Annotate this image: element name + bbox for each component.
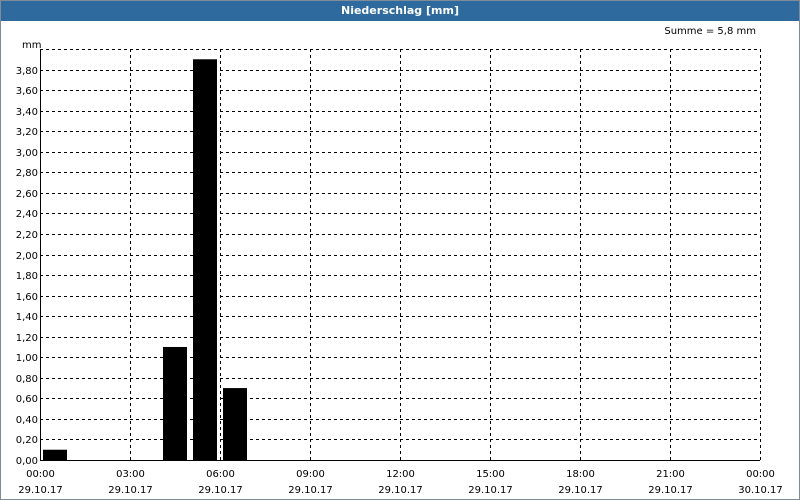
sum-annotation: Summe = 5,8 mm	[664, 26, 756, 37]
y-tick-label: 3,40	[16, 107, 38, 118]
precipitation-bar	[163, 346, 187, 460]
y-tick-label: 0,00	[16, 456, 38, 467]
y-tick-label: 3,80	[16, 66, 38, 77]
y-tick-label: 2,00	[16, 251, 38, 262]
x-tick-labels: 00:00 29.10.17 03:00 29.10.17 06:00 29.10.17 0…	[18, 469, 783, 496]
grid-lines	[40, 49, 761, 460]
precipitation-bar	[43, 449, 67, 460]
x-tick-time-label: 12:00	[386, 469, 415, 480]
x-tick-time-label: 03:00	[116, 469, 145, 480]
x-tick-date-label: 29.10.17	[18, 485, 63, 496]
y-tick-label: 2,60	[16, 189, 38, 200]
bars	[43, 59, 247, 461]
y-tick-labels: 0,00 0,20 0,40 0,60 0,80 1,00 1,20 1,40 1,60 1,80…	[16, 66, 38, 467]
y-tick-label: 2,20	[16, 230, 38, 241]
y-tick-label: 1,20	[16, 333, 38, 344]
x-tick-time-label: 21:00	[656, 469, 685, 480]
x-tick-time-label: 06:00	[206, 469, 235, 480]
y-tick-label: 1,40	[16, 312, 38, 323]
y-tick-label: 1,60	[16, 292, 38, 303]
y-axis-unit-label: mm	[22, 40, 41, 51]
x-tick-time-label: 18:00	[566, 469, 595, 480]
x-tick-time-label: 15:00	[476, 469, 505, 480]
x-tick-date-label: 29.10.17	[648, 485, 693, 496]
y-tick-label: 2,80	[16, 168, 38, 179]
x-tick-time-label: 09:00	[296, 469, 325, 480]
y-tick-label: 3,00	[16, 148, 38, 159]
x-tick-time-label: 00:00	[26, 469, 55, 480]
x-tick-date-label: 29.10.17	[558, 485, 603, 496]
x-tick-date-label: 29.10.17	[468, 485, 513, 496]
y-tick-label: 0,60	[16, 394, 38, 405]
precipitation-chart: 0,00 0,20 0,40 0,60 0,80 1,00 1,20 1,40 1,60 1,80…	[16, 26, 783, 496]
x-tick-date-label: 29.10.17	[378, 485, 423, 496]
y-tick-label: 2,40	[16, 209, 38, 220]
y-tick-label: 3,60	[16, 86, 38, 97]
precipitation-bar	[223, 388, 247, 460]
y-tick-label: 1,80	[16, 271, 38, 282]
x-tick-date-label: 29.10.17	[288, 485, 333, 496]
y-tick-label: 0,40	[16, 415, 38, 426]
x-tick-date-label: 29.10.17	[198, 485, 243, 496]
y-tick-label: 3,20	[16, 127, 38, 138]
y-tick-label: 0,80	[16, 374, 38, 385]
precipitation-bar	[193, 59, 217, 461]
x-tick-time-label: 00:00	[746, 469, 775, 480]
x-tick-date-label: 30.10.17	[738, 485, 783, 496]
x-tick-date-label: 29.10.17	[108, 485, 153, 496]
y-tick-label: 0,20	[16, 435, 38, 446]
y-tick-label: 1,00	[16, 353, 38, 364]
